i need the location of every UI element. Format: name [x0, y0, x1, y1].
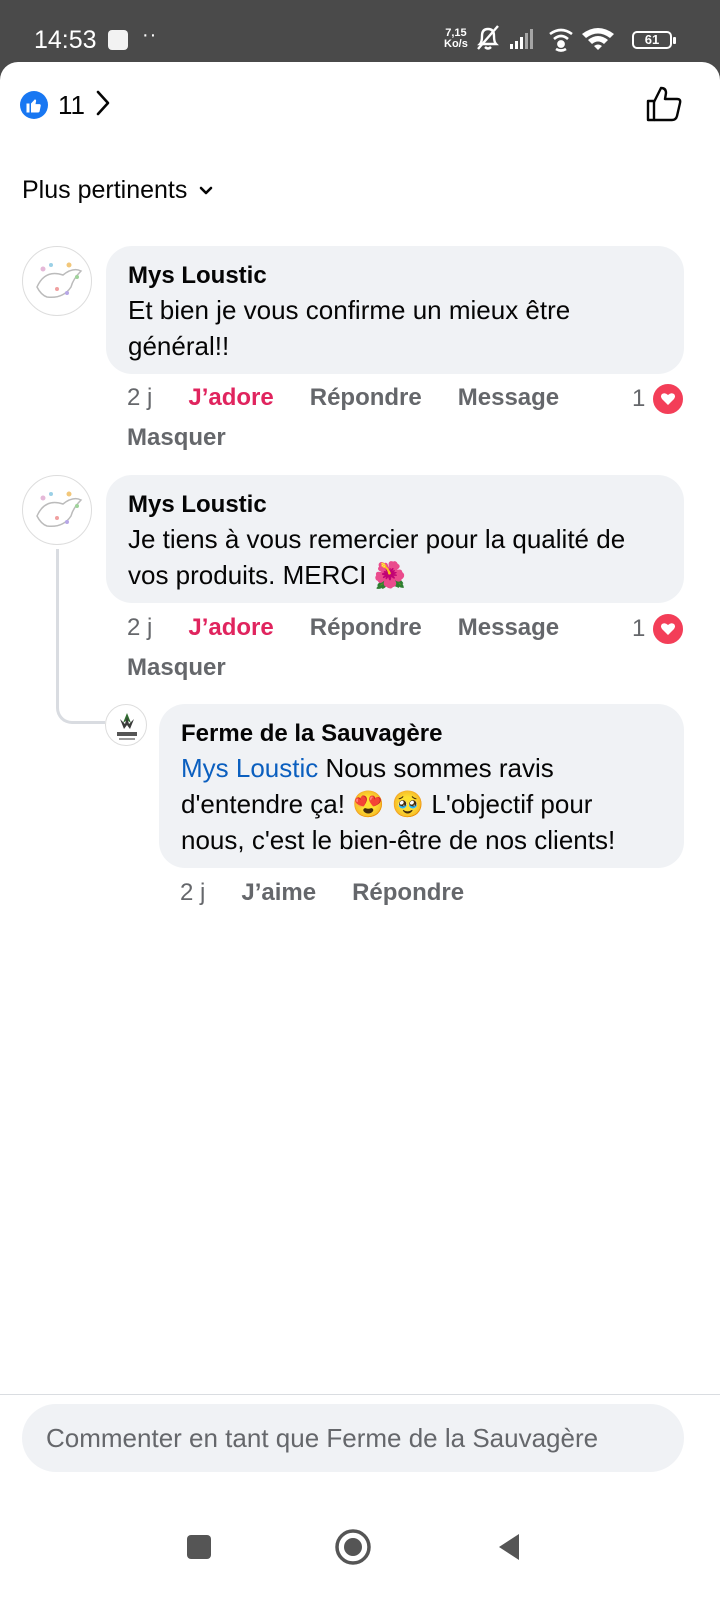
mute-icon — [477, 25, 499, 50]
comment-text: Et bien je vous confirme un mieux être g… — [128, 295, 571, 361]
notification-icon — [108, 30, 128, 50]
farm-logo-icon — [117, 713, 137, 740]
reply-text: Mys Loustic Nous sommes ravis d'entendre… — [181, 753, 616, 855]
sort-label: Plus pertinents — [22, 176, 188, 204]
comment-time: 2 j — [127, 384, 153, 411]
home-button[interactable] — [330, 1524, 376, 1570]
avatar[interactable] — [22, 246, 92, 316]
heart-icon — [651, 612, 686, 646]
back-triangle-icon — [499, 1534, 519, 1560]
hide-button[interactable]: Masquer — [127, 654, 226, 682]
reply-time: 2 j — [180, 879, 206, 906]
hide-button[interactable]: Masquer — [127, 424, 226, 452]
comment-actions: 2 j J’adore Répondre Message — [127, 384, 559, 412]
love-reaction-button[interactable]: J’adore — [188, 384, 273, 412]
dove-avatar-icon — [36, 491, 83, 528]
comment-bubble[interactable]: Mys Loustic Et bien je vous confirme un … — [106, 246, 684, 374]
chevron-down-icon — [200, 186, 213, 194]
comment-time: 2 j — [127, 614, 153, 641]
chevron-right-icon — [95, 90, 111, 121]
reply-button[interactable]: Répondre — [310, 384, 422, 412]
reaction-count: 11 — [58, 89, 85, 120]
home-circle-icon — [335, 1529, 371, 1565]
status-time: 14:53 — [34, 26, 97, 54]
sort-selector[interactable]: Plus pertinents — [22, 176, 213, 205]
thread-connector — [56, 549, 105, 724]
comment-bubble[interactable]: Mys Loustic Je tiens à vous remercier po… — [106, 475, 684, 603]
status-bar: 14:53 ·· 7,15 Ko/s 61 — [0, 0, 720, 64]
battery-indicator: 61 — [632, 31, 676, 49]
status-icons — [476, 24, 626, 59]
thumbs-up-icon — [646, 86, 682, 122]
comment-composer[interactable] — [22, 1404, 684, 1472]
reaction-summary[interactable]: 1 — [632, 612, 686, 646]
signal-icon — [510, 29, 533, 49]
comment-author[interactable]: Mys Loustic — [128, 489, 662, 521]
like-icon — [20, 91, 48, 119]
divider — [0, 1394, 720, 1395]
reply-author[interactable]: Ferme de la Sauvagère — [181, 718, 662, 750]
message-button[interactable]: Message — [458, 614, 559, 642]
reply-actions: 2 j J’aime Répondre — [180, 879, 464, 907]
back-button[interactable] — [486, 1524, 532, 1570]
more-notifications-icon: ·· — [142, 24, 158, 46]
comments-sheet: 11 Plus pertinents Mys Loustic Et bien j… — [0, 62, 720, 1600]
avatar[interactable] — [22, 475, 92, 545]
comment-text: Je tiens à vous remercier pour la qualit… — [128, 524, 626, 590]
comment-input[interactable] — [44, 1421, 662, 1455]
hotspot-icon — [549, 28, 573, 52]
reaction-count: 1 — [632, 385, 646, 412]
page-avatar[interactable] — [105, 704, 147, 746]
like-button[interactable]: J’aime — [241, 879, 316, 907]
reaction-count: 1 — [632, 615, 646, 642]
reply-bubble[interactable]: Ferme de la Sauvagère Mys Loustic Nous s… — [159, 704, 684, 868]
reply-button[interactable]: Répondre — [352, 879, 464, 907]
wifi-icon — [582, 28, 614, 50]
system-nav-bar — [0, 1492, 720, 1600]
comment-actions: 2 j J’adore Répondre Message — [127, 614, 559, 642]
heart-icon — [651, 382, 686, 416]
square-icon — [187, 1535, 211, 1559]
like-post-button[interactable] — [644, 84, 684, 124]
message-button[interactable]: Message — [458, 384, 559, 412]
reply-button[interactable]: Répondre — [310, 614, 422, 642]
love-reaction-button[interactable]: J’adore — [188, 614, 273, 642]
mention-link[interactable]: Mys Loustic — [181, 753, 318, 783]
reaction-summary[interactable]: 1 — [632, 382, 686, 416]
comment-author[interactable]: Mys Loustic — [128, 260, 662, 292]
network-speed: 7,15 Ko/s — [444, 27, 468, 50]
recent-apps-button[interactable] — [176, 1524, 222, 1570]
dove-avatar-icon — [36, 262, 83, 299]
reactions-summary[interactable]: 11 — [20, 90, 111, 120]
